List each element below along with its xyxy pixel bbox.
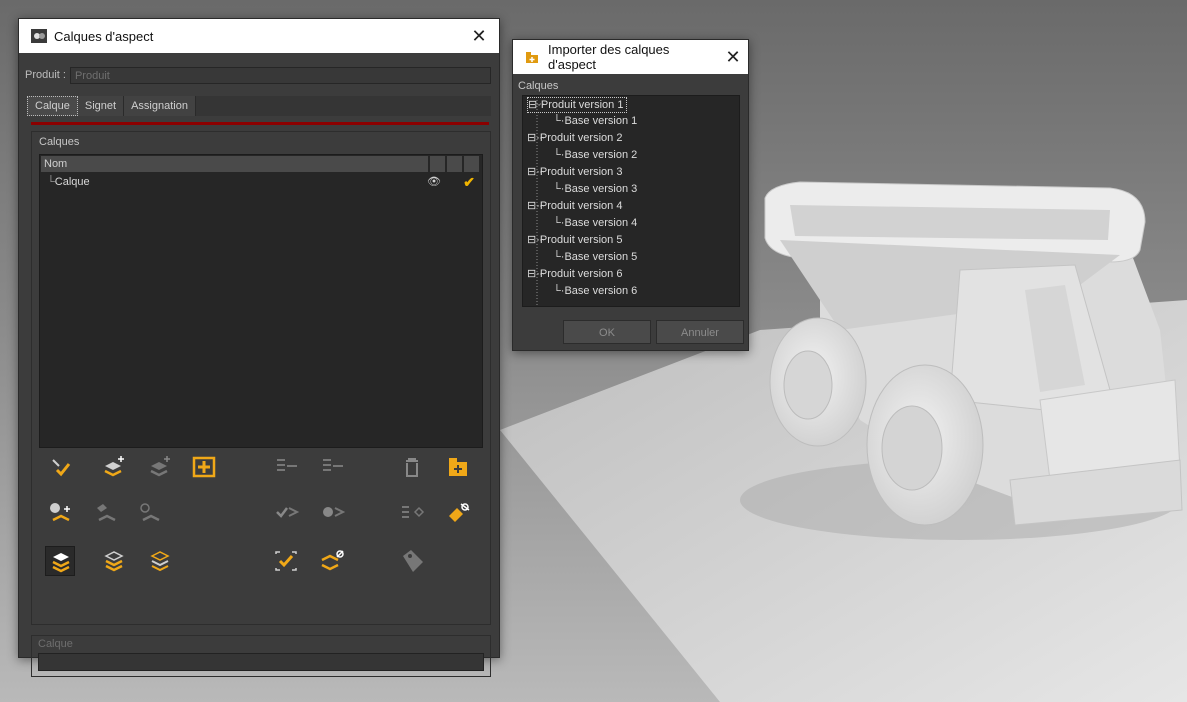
layer-list[interactable]: Nom └Calque 👁 ✔ [39,154,483,448]
layer-name: Calque [54,176,90,188]
tree-node-label: Base version 5 [564,251,638,263]
cancel-button[interactable]: Annuler [656,320,744,344]
import-window-title: Importer des calques d'aspect [548,42,670,72]
column-header-nom[interactable]: Nom [41,156,428,172]
tree-node-label: Base version 4 [564,217,638,229]
layer-properties-group: Calque [31,635,491,677]
tree-node-base-3[interactable]: └·Base version 3 [553,182,637,196]
tree-node-produit-3[interactable]: ⊟·Produit version 3 [527,165,622,179]
tree-node-base-5[interactable]: └·Base version 5 [553,250,637,264]
tree-connector: └ [47,176,55,188]
column-header-active[interactable] [464,156,479,172]
tree-node-label: Base version 3 [564,183,638,195]
add-to-folder-button[interactable] [443,452,473,482]
tree-node-base-1[interactable]: └·Base version 1 [553,114,637,128]
list-item[interactable]: └Calque 👁 ✔ [41,174,481,190]
tree-node-label: Produit version 4 [539,200,623,212]
tree-node-produit-1[interactable]: ⊟·Produit version 1 [527,97,628,113]
tree-node-base-2[interactable]: └·Base version 2 [553,148,637,162]
tree-node-base-6[interactable]: └·Base version 6 [553,284,637,298]
truck-model [740,181,1183,540]
import-layers-button[interactable] [189,452,219,482]
import-tree[interactable]: ⊟·Produit version 1 └·Base version 1 ⊟·P… [522,95,740,307]
toolbar-row-2 [39,498,483,528]
tree-node-label: Base version 2 [564,149,638,161]
import-title-bar[interactable]: Importer des calques d'aspect ✕ [513,40,748,74]
tree-node-label: Produit version 3 [539,166,623,178]
import-dialog-body: Calques ⊟·Produit version 1 └·Base versi… [513,74,748,350]
collapse-icon[interactable]: ⊟ [528,99,537,111]
link-layer-button[interactable] [397,498,427,528]
tab-bar: Calque Signet Assignation [27,96,491,116]
tree-node-label: Produit version 2 [539,132,623,144]
tree-node-label: Base version 1 [564,115,638,127]
tree-node-label: Base version 6 [564,285,638,297]
tree-node-produit-6[interactable]: ⊟·Produit version 6 [527,267,622,281]
collapse-icon[interactable]: ⊟ [527,200,536,212]
toolbar-row-1 [39,452,483,482]
tree-node-label: Produit version 5 [539,234,623,246]
product-label: Produit : [25,69,66,81]
show-all-layers-button[interactable] [45,546,75,576]
layer-properties-label: Calque [38,638,73,650]
tab-calque[interactable]: Calque [27,96,78,116]
tab-signet[interactable]: Signet [77,96,125,116]
remove-tag-button[interactable] [443,498,473,528]
show-inactive-layers-button[interactable] [145,546,175,576]
tree-node-label: Produit version 6 [539,268,623,280]
add-tag-layer-button[interactable] [91,498,121,528]
move-layer-left-button[interactable] [271,452,301,482]
tree-node-label: Produit version 1 [540,99,624,111]
layers-group-label: Calques [39,136,80,148]
ok-button[interactable]: OK [563,320,651,344]
title-bar[interactable]: Calques d'aspect ✕ [19,19,499,53]
tree-node-produit-2[interactable]: ⊟·Produit version 2 [527,131,622,145]
close-icon[interactable]: ✕ [718,40,748,74]
collapse-icon[interactable]: ⊟ [527,268,536,280]
move-layer-right-button[interactable] [317,452,347,482]
select-layer-button[interactable] [271,546,301,576]
import-group-label: Calques [518,80,559,92]
window-title: Calques d'aspect [54,28,154,44]
appearance-layers-dialog[interactable]: Calques d'aspect ✕ Produit : Produit Cal… [18,18,500,677]
collapse-icon[interactable]: ⊟ [527,234,536,246]
add-visibility-layer-button[interactable] [135,498,165,528]
add-appearance-button[interactable] [45,498,75,528]
tab-underline [31,122,489,125]
assign-layer-button[interactable] [45,452,75,482]
product-row: Produit : Produit [25,65,491,85]
tag-icon[interactable] [397,546,427,576]
import-layers-dialog[interactable]: Importer des calques d'aspect ✕ Calques … [512,39,749,351]
import-icon [525,50,541,64]
column-header-visible[interactable] [430,156,445,172]
new-layer-button[interactable] [99,452,129,482]
product-field[interactable]: Produit [69,66,491,84]
new-child-layer-button[interactable] [145,452,175,482]
column-header-lock[interactable] [447,156,462,172]
layer-name-field[interactable] [38,653,484,671]
collapse-icon[interactable]: ⊟ [527,132,536,144]
trash-icon[interactable] [397,452,427,482]
layer-list-header: Nom [41,156,481,172]
show-active-layers-button[interactable] [99,546,129,576]
tree-node-produit-4[interactable]: ⊟·Produit version 4 [527,199,622,213]
unassign-layer-button[interactable] [317,546,347,576]
app-icon [31,29,47,43]
close-icon[interactable]: ✕ [459,19,499,53]
tree-node-produit-5[interactable]: ⊟·Produit version 5 [527,233,622,247]
toolbar-row-3 [39,546,483,576]
eye-icon[interactable]: 👁 [427,174,441,190]
collapse-icon[interactable]: ⊟ [527,166,536,178]
appearance-layer-button[interactable] [317,498,347,528]
tree-node-base-4[interactable]: └·Base version 4 [553,216,637,230]
apply-layer-button[interactable] [271,498,301,528]
dialog-body: Produit : Produit Calque Signet Assignat… [19,53,499,677]
checkmark-icon[interactable]: ✔ [463,174,475,190]
tab-assignation[interactable]: Assignation [124,96,196,116]
layers-group: Calques Nom └Calque 👁 ✔ [31,131,491,625]
